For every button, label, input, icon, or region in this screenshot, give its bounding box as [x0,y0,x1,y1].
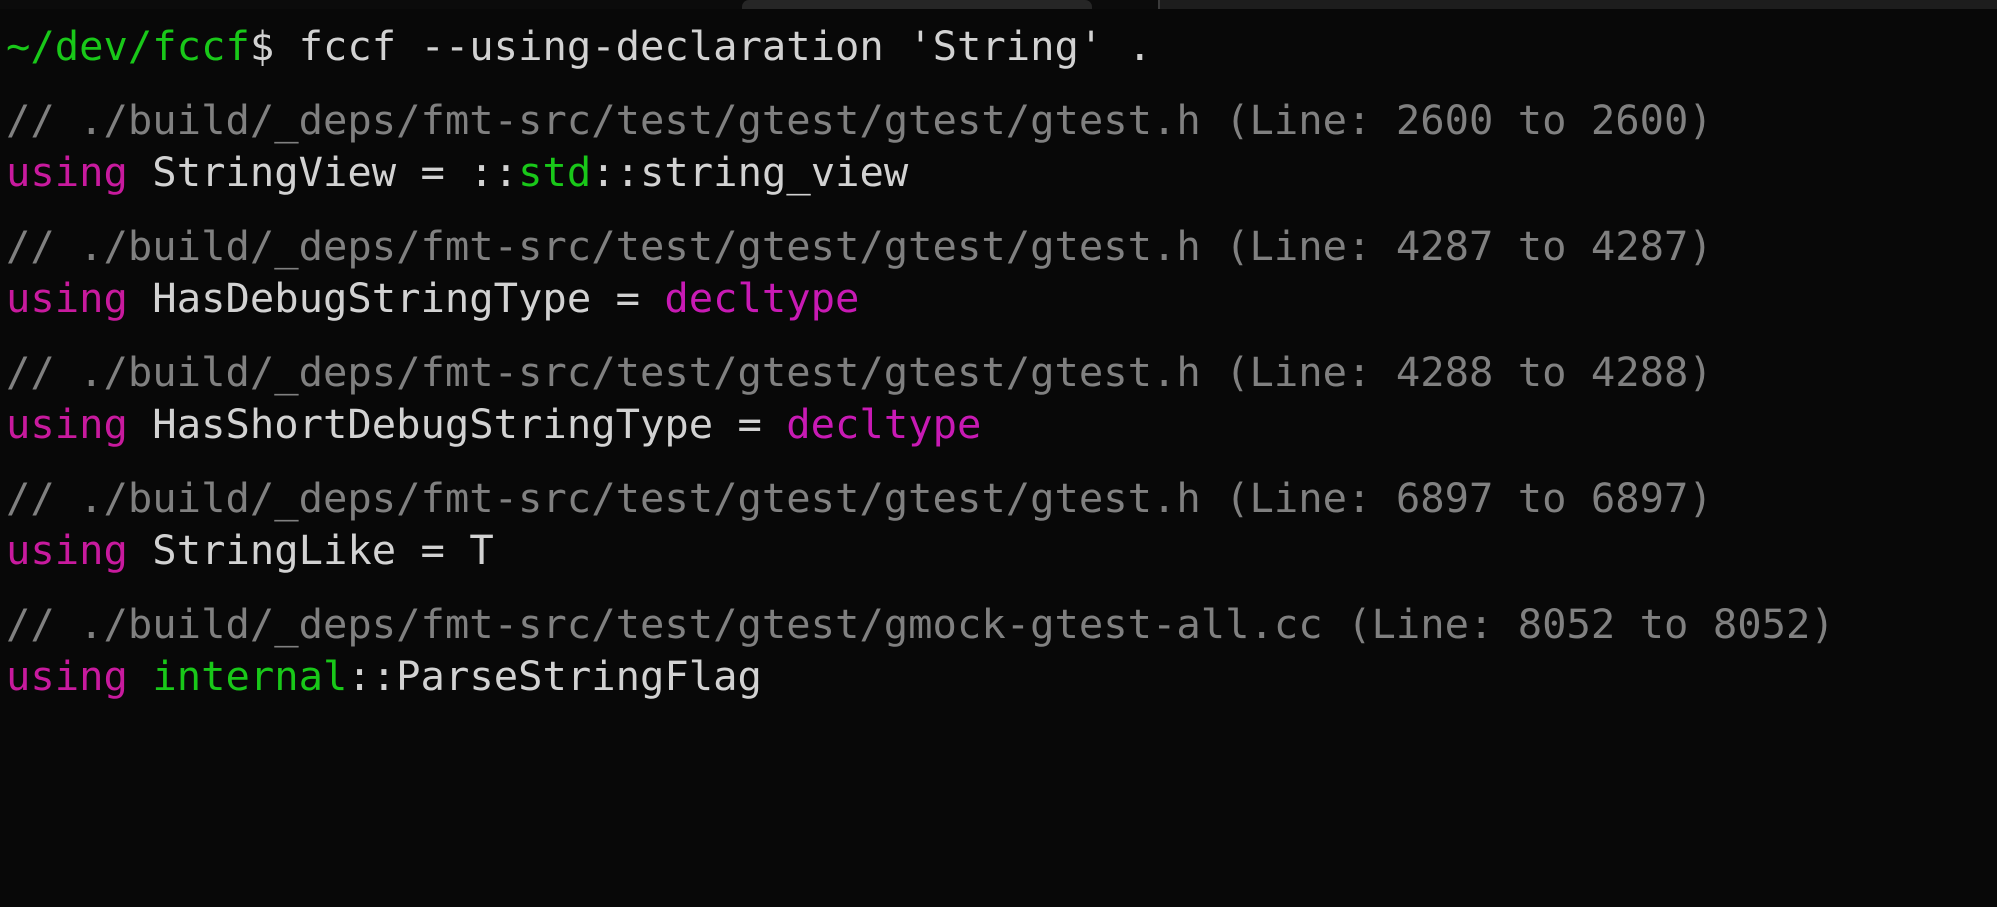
terminal-window[interactable]: ~/dev/fccf$ fccf --using-declaration 'St… [0,9,1997,907]
alias-name-3: HasShortDebugStringType [127,400,738,448]
alias-name-1: StringView [127,148,421,196]
namespace-internal-5: internal [152,652,348,700]
prompt-path: ~/dev/fccf [6,22,250,70]
keyword-using-4: using [6,526,128,574]
result-comment-5: // ./build/_deps/fmt-src/test/gtest/gmoc… [6,600,1835,648]
prompt-symbol: $ [249,22,275,70]
alias-name-2: HasDebugStringType [127,274,616,322]
result-comment-4: // ./build/_deps/fmt-src/test/gtest/gtes… [6,474,1713,522]
result-comment-3: // ./build/_deps/fmt-src/test/gtest/gtes… [6,348,1713,396]
terminal-tab-strip[interactable] [0,0,1997,9]
result-code-4: using StringLike = T [6,524,1997,576]
result-code-2: using HasDebugStringType = decltype [6,272,1997,324]
scope-suffix-1: :: [591,148,641,196]
equals-4: = [420,526,470,574]
scope-suffix-5: :: [347,652,397,700]
scope-prefix-1: :: [469,148,519,196]
result-comment-2: // ./build/_deps/fmt-src/test/gtest/gtes… [6,222,1713,270]
namespace-std-1: std [518,148,592,196]
equals-3: = [737,400,787,448]
prompt-line: ~/dev/fccf$ fccf --using-declaration 'St… [6,20,1997,72]
type-decltype-2: decltype [664,274,860,322]
equals-1: = [420,148,470,196]
alias-name-4: StringLike [127,526,421,574]
symbol-name-5: ParseStringFlag [396,652,762,700]
keyword-using-2: using [6,274,128,322]
type-tail-4: T [469,526,494,574]
keyword-using-5: using [6,652,128,700]
result-comment-1: // ./build/_deps/fmt-src/test/gtest/gtes… [6,96,1713,144]
keyword-using-1: using [6,148,128,196]
result-code-5: using internal::ParseStringFlag [6,650,1997,702]
tab-strip-remainder [1160,0,1997,9]
result-code-3: using HasShortDebugStringType = decltype [6,398,1997,450]
type-tail-1: string_view [640,148,909,196]
result-code-1: using StringView = ::std::string_view [6,146,1997,198]
space-5 [128,652,152,700]
terminal-screen[interactable]: ~/dev/fccf$ fccf --using-declaration 'St… [0,9,1997,702]
tab-active[interactable] [742,0,1092,9]
equals-2: = [615,274,665,322]
keyword-using-3: using [6,400,128,448]
command-text: fccf --using-declaration 'String' . [274,22,1153,70]
type-decltype-3: decltype [786,400,982,448]
